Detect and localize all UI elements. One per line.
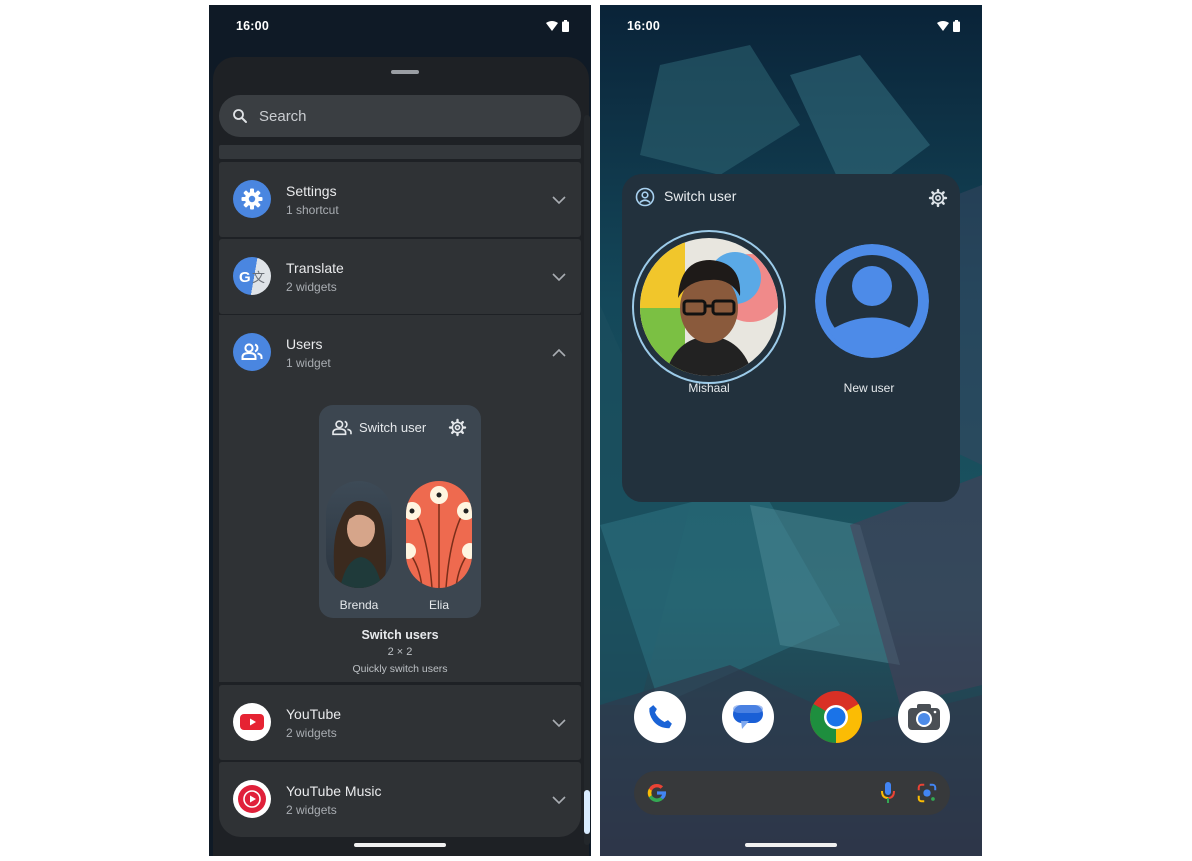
list-item-partial xyxy=(219,145,581,159)
gesture-nav-bar[interactable] xyxy=(745,843,837,847)
app-subtitle: 2 widgets xyxy=(286,280,337,294)
gesture-nav-bar[interactable] xyxy=(354,843,446,847)
app-dock xyxy=(634,691,950,743)
app-subtitle: 1 shortcut xyxy=(286,203,339,217)
widget-title: Switch user xyxy=(664,188,737,204)
status-time: 16:00 xyxy=(627,19,660,33)
app-subtitle: 1 widget xyxy=(286,356,331,370)
user-name: Brenda xyxy=(339,598,379,612)
user-avatar-brenda[interactable] xyxy=(326,481,392,588)
youtube-icon xyxy=(233,703,271,741)
search-icon xyxy=(233,109,247,123)
app-subtitle: 2 widgets xyxy=(286,803,337,817)
google-translate-icon: G文 xyxy=(233,257,271,295)
dock-app-chrome[interactable] xyxy=(810,691,862,743)
new-user-avatar[interactable] xyxy=(815,244,929,358)
messages-icon xyxy=(733,705,763,729)
google-search-bar[interactable] xyxy=(634,771,950,815)
status-bar: 16:00 xyxy=(600,5,982,49)
battery-icon xyxy=(953,20,960,32)
dock-app-camera[interactable] xyxy=(898,691,950,743)
gear-icon[interactable] xyxy=(928,188,948,208)
widget-header-title: Switch user xyxy=(359,420,427,435)
microphone-icon[interactable] xyxy=(880,781,896,805)
gear-icon xyxy=(448,418,467,437)
svg-text:文: 文 xyxy=(252,271,265,286)
widget-picker-sheet: Search Settings 1 shortcut G文 Translate … xyxy=(213,57,589,856)
settings-gear-icon xyxy=(233,180,271,218)
wifi-icon xyxy=(937,20,949,31)
app-name: Translate xyxy=(286,260,344,276)
scrollbar-track[interactable] xyxy=(584,115,590,845)
google-g-icon xyxy=(647,784,667,802)
battery-icon xyxy=(562,20,569,32)
right-phone-home-screen: 16:00 Switch user Mishaal New user xyxy=(600,5,982,856)
users-icon xyxy=(332,420,352,436)
wifi-icon xyxy=(546,20,558,31)
app-row-settings[interactable]: Settings 1 shortcut xyxy=(219,162,581,237)
dock-app-messages[interactable] xyxy=(722,691,774,743)
status-time: 16:00 xyxy=(236,19,269,33)
app-name: YouTube Music xyxy=(286,783,382,799)
switch-user-widget-preview[interactable]: Switch user Brenda Elia xyxy=(319,405,481,618)
user-avatar-elia[interactable] xyxy=(406,481,472,588)
youtube-music-icon xyxy=(233,780,271,818)
app-name: Settings xyxy=(286,183,337,199)
app-name: Users xyxy=(286,336,323,352)
chevron-up-icon[interactable] xyxy=(551,345,567,361)
widget-description: Quickly switch users xyxy=(352,663,448,675)
scrollbar-thumb[interactable] xyxy=(584,790,590,834)
chevron-down-icon[interactable] xyxy=(551,792,567,808)
dock-app-phone[interactable] xyxy=(634,691,686,743)
chevron-down-icon[interactable] xyxy=(551,269,567,285)
camera-icon xyxy=(908,704,940,730)
app-row-translate[interactable]: G文 Translate 2 widgets xyxy=(219,239,581,314)
account-circle-icon xyxy=(635,187,655,207)
user-name: New user xyxy=(843,381,895,395)
app-section-users-expanded: Users 1 widget Switch user Brenda Elia S… xyxy=(219,315,581,682)
phone-icon xyxy=(649,705,672,729)
status-bar: 16:00 xyxy=(209,5,591,49)
widget-title: Switch users xyxy=(361,628,439,642)
search-placeholder: Search xyxy=(259,107,307,125)
chrome-icon xyxy=(810,691,862,743)
widget-size: 2 × 2 xyxy=(387,646,413,658)
app-subtitle: 2 widgets xyxy=(286,726,337,740)
app-name: YouTube xyxy=(286,706,342,722)
svg-text:G: G xyxy=(239,269,251,286)
app-row-users[interactable]: Users 1 widget xyxy=(219,315,581,390)
user-name: Mishaal xyxy=(688,381,730,395)
search-input[interactable]: Search xyxy=(219,95,581,137)
chevron-down-icon[interactable] xyxy=(551,715,567,731)
user-name: Elia xyxy=(428,598,449,612)
left-phone-screen: 16:00 Search Settings 1 shortcut G文 Tran… xyxy=(209,5,591,856)
user-avatar-mishaal[interactable] xyxy=(632,230,786,384)
switch-user-widget: Switch user Mishaal New user xyxy=(622,174,960,502)
app-row-youtube-music[interactable]: YouTube Music 2 widgets xyxy=(219,762,581,837)
app-row-youtube[interactable]: YouTube 2 widgets xyxy=(219,685,581,760)
google-lens-icon[interactable] xyxy=(916,782,938,804)
users-icon xyxy=(233,333,271,371)
drag-handle[interactable] xyxy=(391,70,419,74)
chevron-down-icon[interactable] xyxy=(551,192,567,208)
